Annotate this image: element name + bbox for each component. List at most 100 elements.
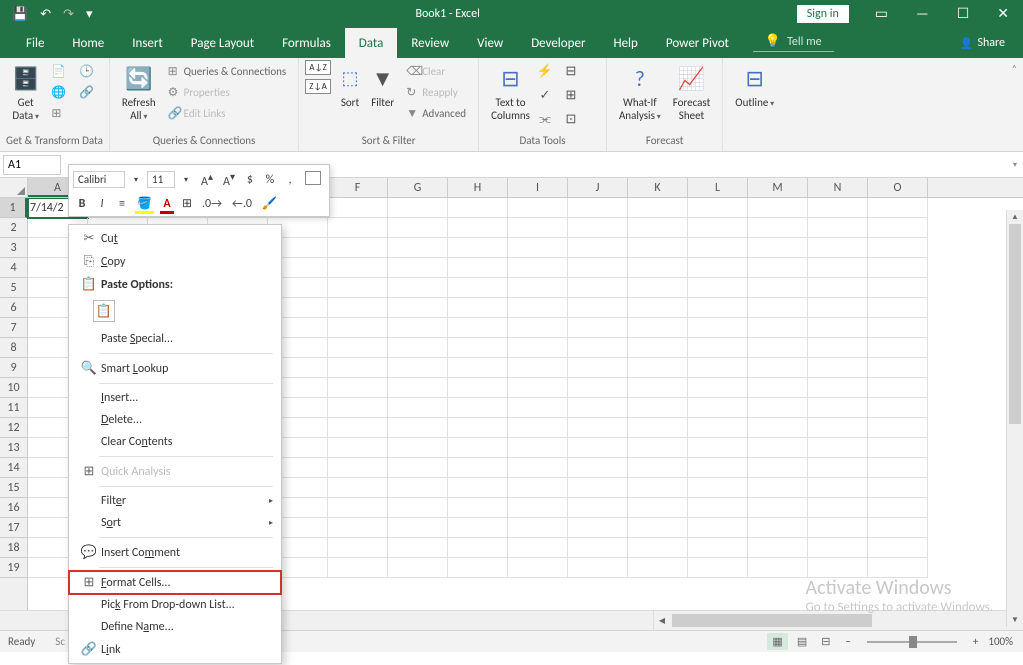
row-header[interactable]: 13: [0, 438, 27, 458]
row-header[interactable]: 4: [0, 258, 27, 278]
tab-review[interactable]: Review: [397, 28, 463, 58]
sort-desc-button[interactable]: Z↓A: [305, 79, 331, 94]
row-header[interactable]: 5: [0, 278, 27, 298]
flash-fill-button[interactable]: ⚡: [536, 64, 554, 82]
mini-font-dd[interactable]: ▾: [127, 173, 145, 187]
mini-size-dd[interactable]: ▾: [177, 173, 195, 187]
zoom-slider[interactable]: [867, 641, 957, 643]
queries-connections-button[interactable]: ⊞Queries & Connections: [164, 62, 291, 81]
save-button[interactable]: 💾: [6, 3, 34, 26]
mini-grow-font[interactable]: A▴: [197, 168, 217, 191]
row-header[interactable]: 12: [0, 418, 27, 438]
hscroll-left[interactable]: ◀: [654, 611, 670, 630]
row-header[interactable]: 11: [0, 398, 27, 418]
mini-size-select[interactable]: 11: [147, 171, 175, 188]
outline-button[interactable]: ⊟ Outline: [729, 60, 780, 112]
data-validation-button[interactable]: ✓: [536, 88, 554, 106]
col-header[interactable]: J: [568, 178, 628, 197]
mini-align[interactable]: ≡: [113, 195, 131, 213]
ribbon-display-button[interactable]: ▭: [861, 1, 902, 27]
from-web-button[interactable]: 🌐: [47, 83, 71, 102]
manage-model-button[interactable]: ⊡: [562, 112, 580, 130]
get-data-button[interactable]: 🗄️ Get Data: [6, 60, 45, 125]
row-header[interactable]: 15: [0, 478, 27, 498]
mini-font-select[interactable]: Calibri: [73, 171, 125, 188]
mini-borders[interactable]: ⊞: [178, 194, 196, 213]
normal-view-button[interactable]: ▦: [767, 633, 787, 650]
hscroll-thumb[interactable]: [672, 614, 872, 627]
page-break-view-button[interactable]: ⊟: [816, 633, 835, 650]
col-header[interactable]: G: [388, 178, 448, 197]
cm-pick-list[interactable]: Pick From Drop-down List...: [69, 594, 281, 616]
qat-customize[interactable]: ▾: [80, 3, 99, 26]
mini-fill-color[interactable]: 🪣: [133, 194, 156, 213]
tab-page-layout[interactable]: Page Layout: [177, 28, 268, 58]
vscroll-down[interactable]: ▼: [1007, 613, 1023, 627]
cm-copy[interactable]: ⎘Copy: [69, 250, 281, 273]
row-header[interactable]: 3: [0, 238, 27, 258]
what-if-button[interactable]: ? What-If Analysis: [613, 60, 667, 125]
tab-insert[interactable]: Insert: [118, 28, 177, 58]
clear-filter-button[interactable]: ⌫Clear: [402, 62, 470, 81]
mini-italic[interactable]: I: [93, 195, 111, 213]
cm-insert-comment[interactable]: 💬Insert Comment: [69, 541, 281, 564]
cm-format-cells[interactable]: ⊞Format Cells...: [69, 571, 281, 594]
from-table-button[interactable]: ⊞: [47, 104, 71, 123]
tab-view[interactable]: View: [463, 28, 517, 58]
cm-clear-contents[interactable]: Clear Contents: [69, 431, 281, 453]
formula-bar-expand[interactable]: ▾: [1007, 156, 1023, 174]
row-header[interactable]: 2: [0, 218, 27, 238]
tab-data[interactable]: Data: [345, 28, 398, 58]
undo-button[interactable]: ↶: [34, 3, 57, 26]
col-header[interactable]: K: [628, 178, 688, 197]
zoom-level[interactable]: 100%: [988, 635, 1013, 648]
mini-format-painter[interactable]: 🖌️: [258, 194, 281, 213]
consolidate-button[interactable]: ⊞: [562, 88, 580, 106]
cm-link[interactable]: 🔗Link: [69, 638, 281, 661]
minimize-button[interactable]: —: [902, 1, 943, 27]
row-header[interactable]: 17: [0, 518, 27, 538]
col-header[interactable]: I: [508, 178, 568, 197]
row-header[interactable]: 8: [0, 338, 27, 358]
col-header[interactable]: N: [808, 178, 868, 197]
zoom-in-button[interactable]: +: [967, 635, 984, 648]
row-header[interactable]: 14: [0, 458, 27, 478]
remove-dup-button[interactable]: ⊟: [562, 64, 580, 82]
mini-bold[interactable]: B: [73, 195, 91, 213]
reapply-button[interactable]: ↻Reapply: [402, 83, 470, 102]
row-header[interactable]: 7: [0, 318, 27, 338]
existing-conn-button[interactable]: 🔗: [75, 83, 99, 102]
signin-button[interactable]: Sign in: [797, 5, 849, 23]
mini-shrink-font[interactable]: A▾: [219, 168, 239, 191]
share-button[interactable]: Share: [960, 28, 1005, 58]
tab-home[interactable]: Home: [58, 28, 118, 58]
tab-formulas[interactable]: Formulas: [268, 28, 345, 58]
mini-percent[interactable]: %: [261, 171, 279, 189]
vscroll-thumb[interactable]: [1009, 224, 1021, 424]
cm-sort[interactable]: Sort: [69, 512, 281, 534]
mini-merge[interactable]: [301, 169, 325, 191]
col-header[interactable]: L: [688, 178, 748, 197]
properties-button[interactable]: ⚙Properties: [164, 83, 291, 102]
tab-help[interactable]: Help: [599, 28, 651, 58]
row-header[interactable]: 16: [0, 498, 27, 518]
row-header[interactable]: 1: [0, 198, 27, 218]
row-header[interactable]: 19: [0, 558, 27, 578]
row-header[interactable]: 6: [0, 298, 27, 318]
tab-developer[interactable]: Developer: [517, 28, 599, 58]
forecast-sheet-button[interactable]: 📈 Forecast Sheet: [667, 60, 717, 124]
zoom-out-button[interactable]: −: [839, 635, 856, 648]
from-text-button[interactable]: 📄: [47, 62, 71, 81]
row-header[interactable]: 10: [0, 378, 27, 398]
horizontal-scrollbar[interactable]: ◀ ▶: [653, 611, 1023, 630]
vertical-scrollbar[interactable]: ▲ ▼: [1006, 210, 1023, 627]
tell-me-search[interactable]: 💡Tell me: [753, 32, 834, 52]
row-header[interactable]: 9: [0, 358, 27, 378]
relationships-button[interactable]: ⫘: [536, 112, 554, 130]
close-button[interactable]: ✕: [983, 1, 1023, 27]
name-box[interactable]: [3, 155, 61, 175]
maximize-button[interactable]: ☐: [943, 1, 984, 27]
recent-sources-button[interactable]: 🕒: [75, 62, 99, 81]
row-header[interactable]: 18: [0, 538, 27, 558]
edit-links-button[interactable]: 🔗Edit Links: [164, 104, 291, 123]
